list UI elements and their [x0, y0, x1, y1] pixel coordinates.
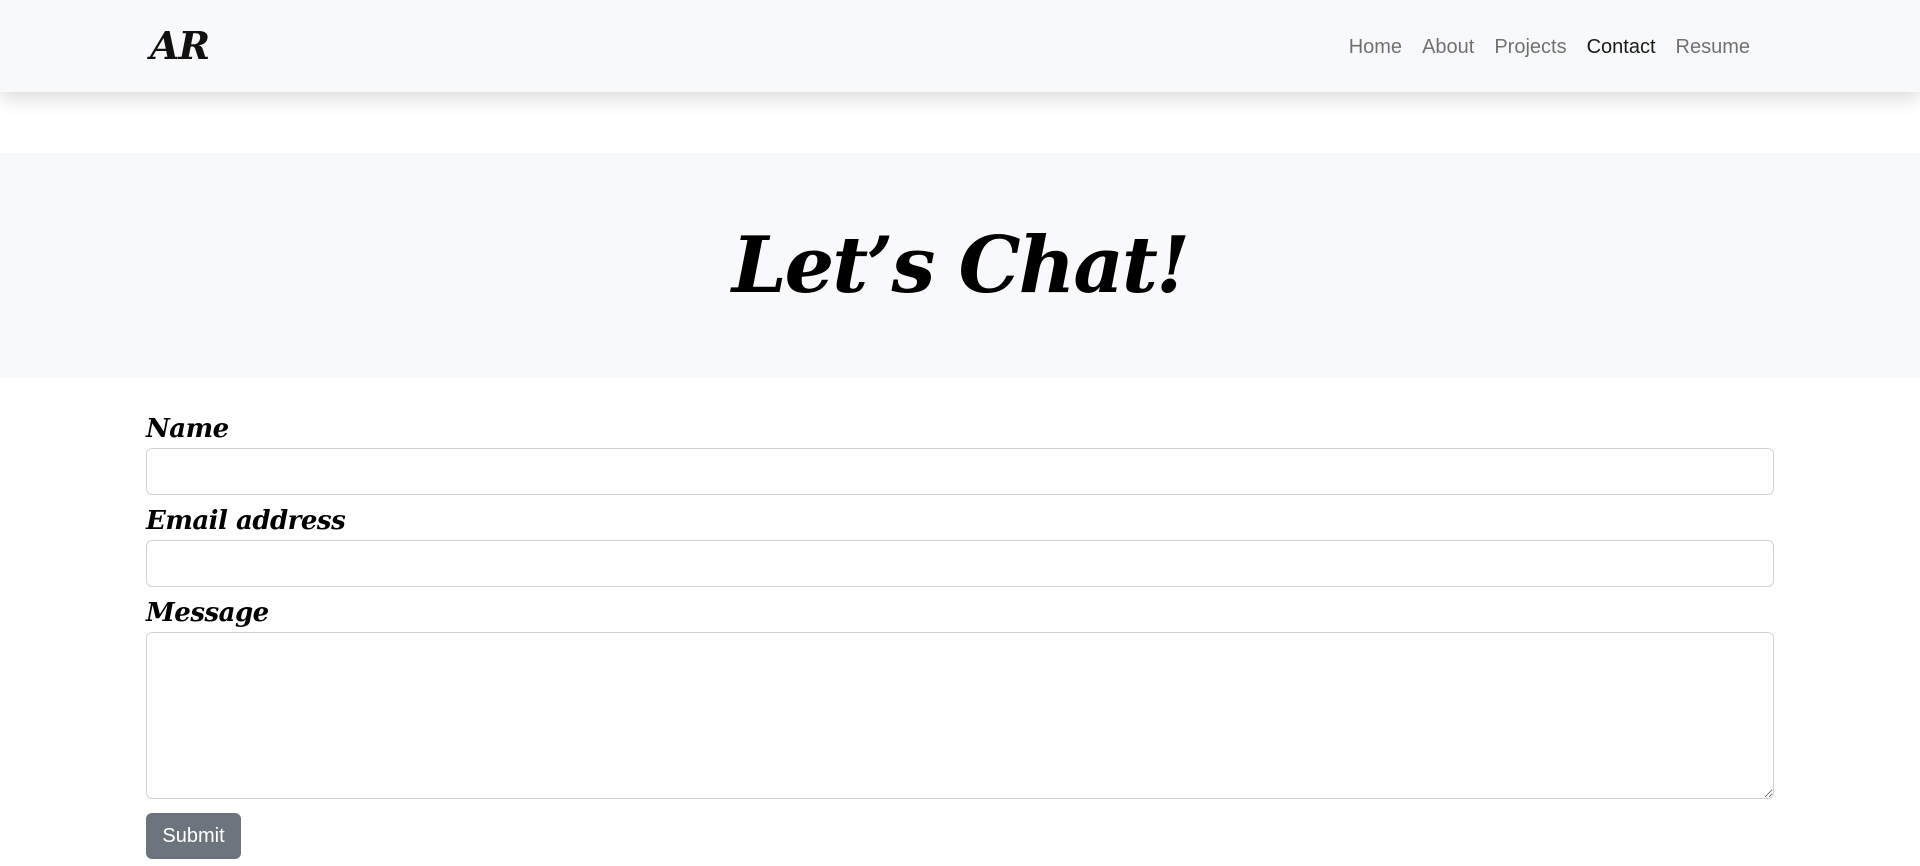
nav-link-contact[interactable]: Contact [1577, 32, 1666, 62]
message-textarea[interactable] [146, 632, 1774, 799]
contact-form: Name Email address Message Submit [146, 410, 1774, 859]
nav-link-about[interactable]: About [1412, 32, 1484, 62]
nav-link-projects[interactable]: Projects [1484, 32, 1576, 62]
nav-link-home[interactable]: Home [1339, 32, 1412, 62]
message-label: Message [146, 598, 269, 628]
page-title: Let’s Chat! [731, 220, 1190, 311]
name-label: Name [146, 414, 229, 444]
brand-logo[interactable]: AR [150, 22, 210, 70]
navbar: AR Home About Projects Contact Resume [0, 0, 1920, 92]
nav-link-resume[interactable]: Resume [1666, 32, 1760, 62]
email-input[interactable] [146, 540, 1774, 587]
name-input[interactable] [146, 448, 1774, 495]
hero-banner: Let’s Chat! [0, 153, 1920, 378]
nav-links: Home About Projects Contact Resume [1339, 32, 1760, 62]
email-label: Email address [146, 506, 346, 536]
submit-button[interactable]: Submit [146, 813, 241, 859]
